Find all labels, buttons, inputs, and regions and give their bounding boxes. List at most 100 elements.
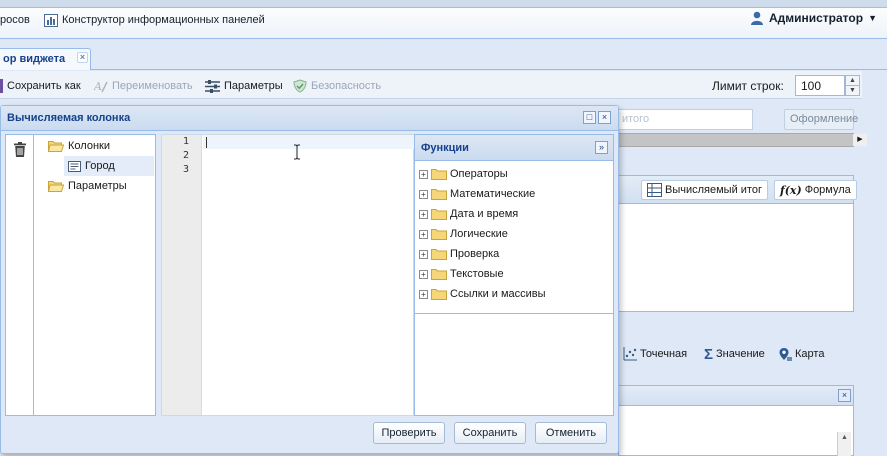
- formula-button[interactable]: f(x) Формула: [774, 180, 857, 200]
- map-pin-icon: [779, 347, 792, 361]
- fields-tree: Колонки Город Параметры: [34, 134, 156, 416]
- functions-tree: + Операторы + Математические + Дата и вр…: [415, 162, 613, 314]
- dialog-header: Вычисляемая колонка □ ×: [1, 106, 618, 131]
- menu-item-dashboard-constructor[interactable]: Конструктор информационных панелей: [44, 12, 265, 28]
- function-category[interactable]: + Текстовые: [419, 264, 504, 284]
- cancel-button[interactable]: Отменить: [535, 422, 607, 444]
- function-icon: f(x): [780, 183, 802, 197]
- user-name: Администратор: [768, 11, 864, 25]
- expand-icon[interactable]: +: [419, 169, 428, 179]
- shield-icon: [293, 79, 307, 93]
- folder-icon: [431, 209, 447, 220]
- row-limit-stepper[interactable]: ▲ ▼: [845, 75, 860, 96]
- text-cursor: [206, 137, 207, 148]
- tree-node-columns[interactable]: Колонки: [48, 136, 110, 156]
- collapse-right-icon[interactable]: »: [595, 141, 608, 154]
- scatter-icon: [623, 347, 637, 361]
- widget-settings-pane: итого Оформление ▶ Вычисляемый итог f(x)…: [618, 100, 887, 456]
- svg-text:A: A: [94, 80, 102, 93]
- rename-button[interactable]: A Переименовать: [94, 78, 193, 94]
- scatter-chart-button[interactable]: Точечная: [623, 344, 687, 364]
- formula-code-editor[interactable]: 1 2 3: [161, 134, 414, 416]
- functions-panel: Функции » + Операторы + Математические +…: [414, 134, 614, 416]
- lower-panel-header: ×: [619, 386, 853, 406]
- totals-panel: Вычисляемый итог f(x) Формула: [618, 175, 857, 312]
- folder-icon: [48, 181, 64, 192]
- horizontal-scrollbar[interactable]: ▶: [618, 133, 867, 147]
- tree-node-city[interactable]: Город: [64, 156, 154, 176]
- value-chart-button[interactable]: Σ Значение: [704, 344, 765, 364]
- folder-icon: [431, 229, 447, 240]
- close-icon[interactable]: ×: [77, 52, 88, 63]
- row-limit-label: Лимит строк:: [712, 79, 784, 93]
- search-input[interactable]: итого: [618, 109, 753, 130]
- chart-type-bar: Точечная Σ Значение Карта: [618, 340, 854, 372]
- active-line-highlight: [203, 135, 414, 149]
- function-category[interactable]: + Дата и время: [419, 204, 518, 224]
- page-tab-strip: ор виджета ×: [0, 40, 887, 70]
- i-beam-cursor-icon: [294, 144, 300, 160]
- format-button[interactable]: Оформление: [784, 109, 858, 130]
- line-number: 2: [182, 150, 189, 161]
- table-sum-icon: [647, 183, 662, 197]
- line-number-gutter: 1 2 3: [162, 135, 202, 415]
- chevron-up-icon[interactable]: ▲: [846, 76, 859, 86]
- user-icon: [750, 11, 763, 25]
- parameters-button[interactable]: Параметры: [205, 78, 283, 94]
- top-navigation-bar: росов Конструктор информационных панелей…: [0, 0, 887, 39]
- maximize-icon[interactable]: □: [583, 111, 596, 124]
- functions-title: Функции: [421, 142, 469, 154]
- function-category[interactable]: + Математические: [419, 184, 535, 204]
- check-button[interactable]: Проверить: [373, 422, 445, 444]
- functions-panel-header: Функции »: [415, 135, 613, 161]
- vertical-scrollbar[interactable]: ▲: [837, 432, 851, 456]
- lower-panel: ×: [618, 385, 854, 456]
- line-number: 3: [182, 164, 189, 175]
- save-icon: [0, 79, 3, 93]
- widget-toolbar: Сохранить как A Переименовать Параметры …: [0, 71, 862, 99]
- sigma-icon: Σ: [704, 345, 714, 363]
- calculated-total-button[interactable]: Вычисляемый итог: [641, 180, 768, 200]
- save-as-button[interactable]: Сохранить как: [0, 78, 81, 94]
- folder-icon: [431, 289, 447, 300]
- save-button[interactable]: Сохранить: [454, 422, 526, 444]
- scroll-up-icon[interactable]: ▲: [838, 434, 851, 441]
- line-number: 1: [182, 136, 189, 147]
- function-category[interactable]: + Логические: [419, 224, 508, 244]
- expand-icon[interactable]: +: [419, 269, 428, 279]
- chevron-down-icon[interactable]: ▼: [846, 86, 859, 96]
- calculated-column-dialog: Вычисляемая колонка □ × Колонки Город Па…: [0, 105, 619, 454]
- folder-icon: [431, 249, 447, 260]
- totals-panel-header: Вычисляемый итог f(x) Формула: [619, 176, 857, 204]
- security-button[interactable]: Безопасность: [293, 78, 381, 94]
- folder-icon: [431, 189, 447, 200]
- expand-icon[interactable]: +: [419, 209, 428, 219]
- scroll-right-icon[interactable]: ▶: [853, 134, 867, 146]
- expand-icon[interactable]: +: [419, 289, 428, 299]
- tab-widget-editor[interactable]: ор виджета ×: [0, 48, 91, 70]
- expand-icon[interactable]: +: [419, 249, 428, 259]
- dialog-title: Вычисляемая колонка: [7, 112, 131, 124]
- menu-item-queries[interactable]: росов: [0, 12, 30, 28]
- expand-icon[interactable]: +: [419, 229, 428, 239]
- function-category[interactable]: + Ссылки и массивы: [419, 284, 546, 304]
- row-limit-input[interactable]: 100: [795, 75, 845, 96]
- chevron-down-icon: ▼: [868, 13, 877, 23]
- tree-node-parameters[interactable]: Параметры: [48, 176, 127, 196]
- function-category[interactable]: + Проверка: [419, 244, 499, 264]
- tree-toolbar: [5, 134, 34, 416]
- folder-icon: [431, 169, 447, 180]
- close-icon[interactable]: ×: [598, 111, 611, 124]
- user-menu[interactable]: Администратор ▼: [750, 11, 877, 25]
- column-field-icon: [68, 160, 81, 172]
- expand-icon[interactable]: +: [419, 189, 428, 199]
- folder-icon: [431, 269, 447, 280]
- rename-icon: A: [94, 80, 108, 93]
- folder-open-icon: [48, 141, 64, 152]
- map-chart-button[interactable]: Карта: [778, 344, 824, 364]
- function-category[interactable]: + Операторы: [419, 164, 508, 184]
- dashboard-icon: [44, 13, 58, 27]
- sliders-icon: [205, 79, 220, 93]
- close-icon[interactable]: ×: [838, 389, 851, 402]
- trash-icon[interactable]: [13, 142, 27, 157]
